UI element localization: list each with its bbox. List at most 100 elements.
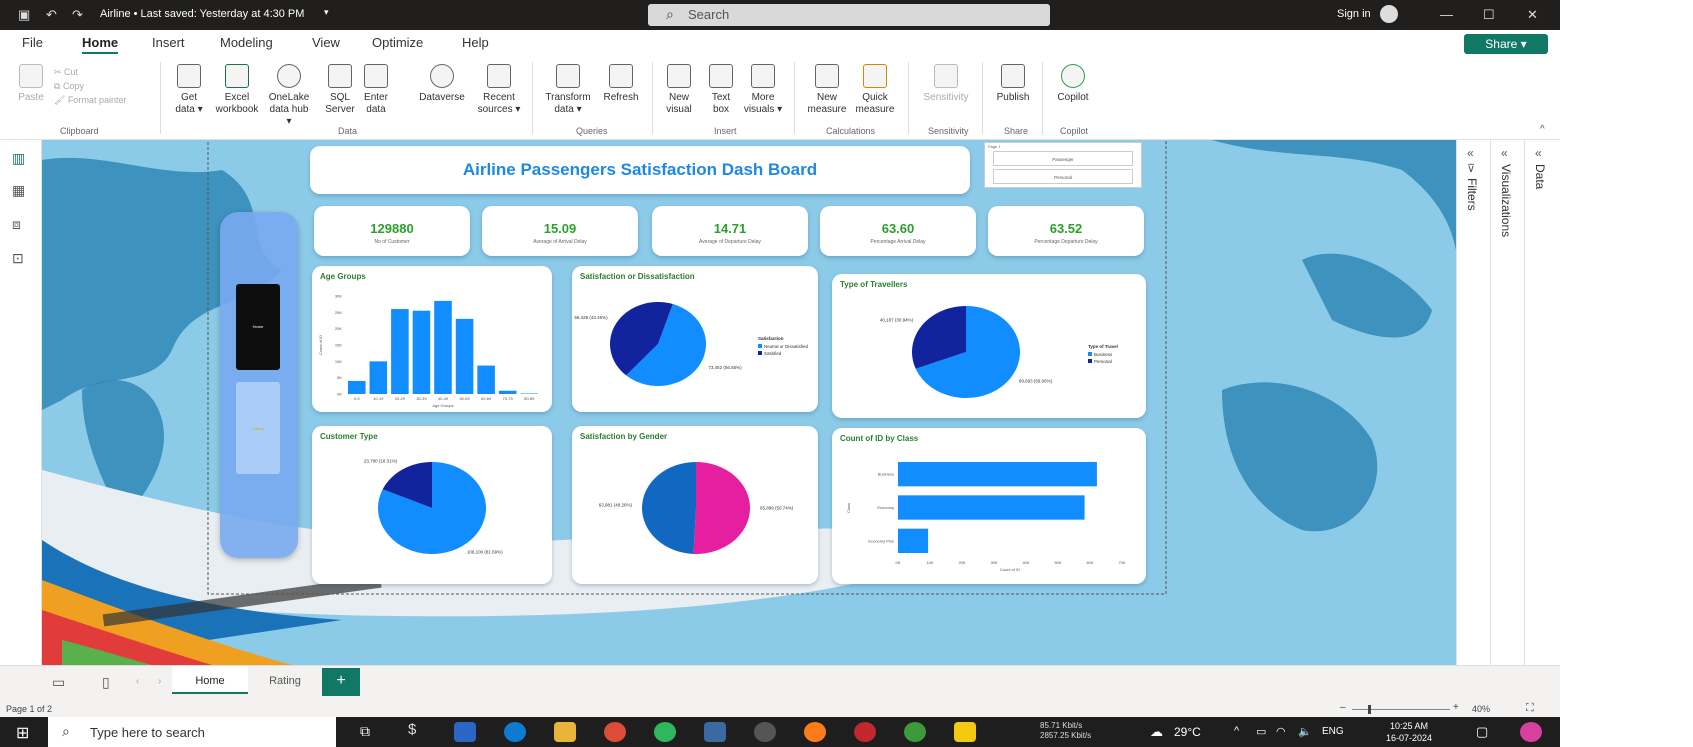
kpi-card-pct-arrival-delay[interactable]: 63.60 Percentage Arrival Delay	[820, 206, 976, 256]
refresh-button[interactable]: Refresh	[598, 64, 644, 104]
filters-pane[interactable]: « ⊽ Filters	[1457, 140, 1491, 665]
age-groups-visual[interactable]: Age Groups 0K 5K 10K 15K 20K 25K 30K 0-9 10-19 20…	[312, 266, 552, 412]
taskbar-search-box[interactable]: ⌕ Type here to search	[48, 717, 336, 747]
search-box[interactable]: ⌕ Search	[648, 4, 1050, 26]
chrome-browser-icon[interactable]	[604, 722, 626, 742]
menu-insert[interactable]: Insert	[152, 35, 185, 50]
new-visual-button[interactable]: New visual	[656, 64, 702, 116]
more-visuals-button[interactable]: More visuals ▾	[740, 64, 786, 116]
menu-help[interactable]: Help	[462, 35, 489, 50]
language-indicator[interactable]: ENG	[1322, 726, 1344, 737]
kpi-card-pct-departure-delay[interactable]: 63.52 Percentage Departure Delay	[988, 206, 1144, 256]
save-icon[interactable]: ▣	[18, 7, 30, 23]
file-explorer-icon[interactable]	[554, 722, 576, 742]
menu-home[interactable]: Home	[82, 35, 119, 54]
recent-sources-button[interactable]: Recent sources ▾	[473, 64, 525, 116]
add-page-button[interactable]: +	[322, 668, 360, 696]
fit-to-page-icon[interactable]: ⛶	[1526, 702, 1534, 715]
new-measure-button[interactable]: New measure	[804, 64, 850, 116]
data-pane[interactable]: « Data	[1525, 140, 1559, 665]
copy-button[interactable]: ⧉ Copy	[54, 79, 126, 93]
nav-button-rating[interactable]: Rating	[236, 382, 280, 474]
paste-button[interactable]: Paste	[8, 64, 54, 104]
excel-workbook-button[interactable]: Excel workbook	[214, 64, 260, 116]
zoom-in-icon[interactable]: +	[1453, 702, 1459, 713]
chrome-browser-icon[interactable]	[854, 722, 876, 742]
app-icon[interactable]	[704, 722, 726, 742]
prev-page-icon[interactable]: ‹	[136, 676, 139, 687]
sensitivity-button[interactable]: Sensitivity	[918, 64, 974, 104]
slicer-item-personal[interactable]: Personal	[993, 169, 1133, 184]
expand-chevron-icon[interactable]: «	[1467, 146, 1474, 160]
power-bi-icon[interactable]	[954, 722, 976, 742]
menu-optimize[interactable]: Optimize	[372, 35, 423, 50]
report-view-icon[interactable]: ▥	[12, 150, 25, 167]
maximize-icon[interactable]: ☐	[1483, 7, 1495, 23]
tray-chevron-icon[interactable]: ^	[1234, 725, 1239, 737]
onelake-button[interactable]: OneLake data hub ▾	[266, 64, 312, 128]
dax-query-view-icon[interactable]: ⊡	[12, 250, 24, 267]
copilot-button[interactable]: Copilot	[1050, 64, 1096, 104]
firefox-browser-icon[interactable]	[804, 722, 826, 742]
kpi-card-avg-departure-delay[interactable]: 14.71 Average of Departure Delay	[652, 206, 808, 256]
customer-type-visual[interactable]: Customer Type 106,100 (81.69%) 23,780 (18…	[312, 426, 552, 584]
menu-modeling[interactable]: Modeling	[220, 35, 273, 50]
table-view-icon[interactable]: ▦	[12, 182, 25, 199]
app-icon[interactable]	[904, 722, 926, 742]
travellers-visual[interactable]: Type of Travellers 89,693 (69.06%) 40,187…	[832, 274, 1146, 418]
nav-button-home[interactable]: Home	[236, 284, 280, 370]
format-painter-button[interactable]: 🖌 Format painter	[54, 93, 126, 107]
mobile-view-icon[interactable]: ▯	[102, 674, 110, 691]
slicer[interactable]: Page 1 Passenger Personal	[984, 142, 1142, 188]
whatsapp-icon[interactable]	[654, 722, 676, 742]
gender-visual[interactable]: Satisfaction by Gender 65,899 (50.74%) 63…	[572, 426, 818, 584]
share-button[interactable]: Share ▾	[1464, 34, 1548, 54]
weather-icon[interactable]: ☁	[1150, 724, 1163, 740]
wifi-icon[interactable]: ◠	[1276, 725, 1286, 738]
minimize-icon[interactable]: —	[1440, 7, 1453, 22]
app-icon[interactable]	[754, 722, 776, 742]
mail-app-icon[interactable]	[454, 722, 476, 742]
transform-data-button[interactable]: Transform data ▾	[540, 64, 596, 116]
collapse-ribbon-icon[interactable]: ^	[1540, 124, 1545, 135]
file-title[interactable]: Airline • Last saved: Yesterday at 4:30 …	[100, 8, 304, 20]
cut-button[interactable]: ✂ Cut	[54, 65, 126, 79]
enter-data-button[interactable]: Enter data	[353, 64, 399, 116]
chevron-down-icon[interactable]: ▾	[324, 7, 329, 18]
kpi-card-customers[interactable]: 129880 No of Customer	[314, 206, 470, 256]
menu-view[interactable]: View	[312, 35, 340, 50]
tab-home[interactable]: Home	[172, 666, 248, 694]
publish-button[interactable]: Publish	[990, 64, 1036, 104]
slicer-item-passenger[interactable]: Passenger	[993, 151, 1133, 166]
dataverse-button[interactable]: Dataverse	[414, 64, 470, 104]
zoom-out-icon[interactable]: –	[1340, 702, 1346, 713]
redo-icon[interactable]: ↷	[72, 7, 83, 23]
visualizations-pane[interactable]: « Visualizations	[1491, 140, 1525, 665]
notifications-icon[interactable]: ▢	[1476, 724, 1488, 740]
zoom-slider[interactable]	[1352, 709, 1450, 710]
report-canvas[interactable]: Airline Passengers Satisfaction Dash Boa…	[42, 140, 1456, 665]
sign-in-link[interactable]: Sign in	[1337, 8, 1371, 20]
text-box-button[interactable]: Text box	[698, 64, 744, 116]
clock[interactable]: 10:25 AM 16-07-2024	[1386, 720, 1432, 744]
kpi-card-avg-arrival-delay[interactable]: 15.09 Average of Arrival Delay	[482, 206, 638, 256]
volume-icon[interactable]: 🔈	[1298, 725, 1312, 738]
expand-chevron-icon[interactable]: «	[1535, 146, 1542, 160]
model-view-icon[interactable]: ⧈	[12, 216, 21, 233]
get-data-button[interactable]: Get data ▾	[166, 64, 212, 116]
expand-chevron-icon[interactable]: «	[1501, 146, 1508, 160]
task-view-icon[interactable]: ⧉	[360, 723, 370, 740]
edge-browser-icon[interactable]	[504, 722, 526, 742]
app-icon[interactable]: $	[408, 721, 416, 738]
quick-measure-button[interactable]: Quick measure	[852, 64, 898, 116]
class-visual[interactable]: Count of ID by Class Business Economy Econ…	[832, 428, 1146, 584]
user-avatar-icon[interactable]	[1380, 5, 1398, 23]
satisfaction-visual[interactable]: Satisfaction or Dissatisfaction 73,452 (…	[572, 266, 818, 412]
menu-file[interactable]: File	[22, 35, 43, 50]
app-icon[interactable]	[1520, 722, 1542, 742]
desktop-view-icon[interactable]: ▭	[52, 674, 65, 691]
tab-rating[interactable]: Rating	[250, 666, 320, 694]
close-icon[interactable]: ✕	[1527, 7, 1538, 23]
windows-start-icon[interactable]: ⊞	[16, 723, 29, 743]
dashboard-title-card[interactable]: Airline Passengers Satisfaction Dash Boa…	[310, 146, 970, 194]
